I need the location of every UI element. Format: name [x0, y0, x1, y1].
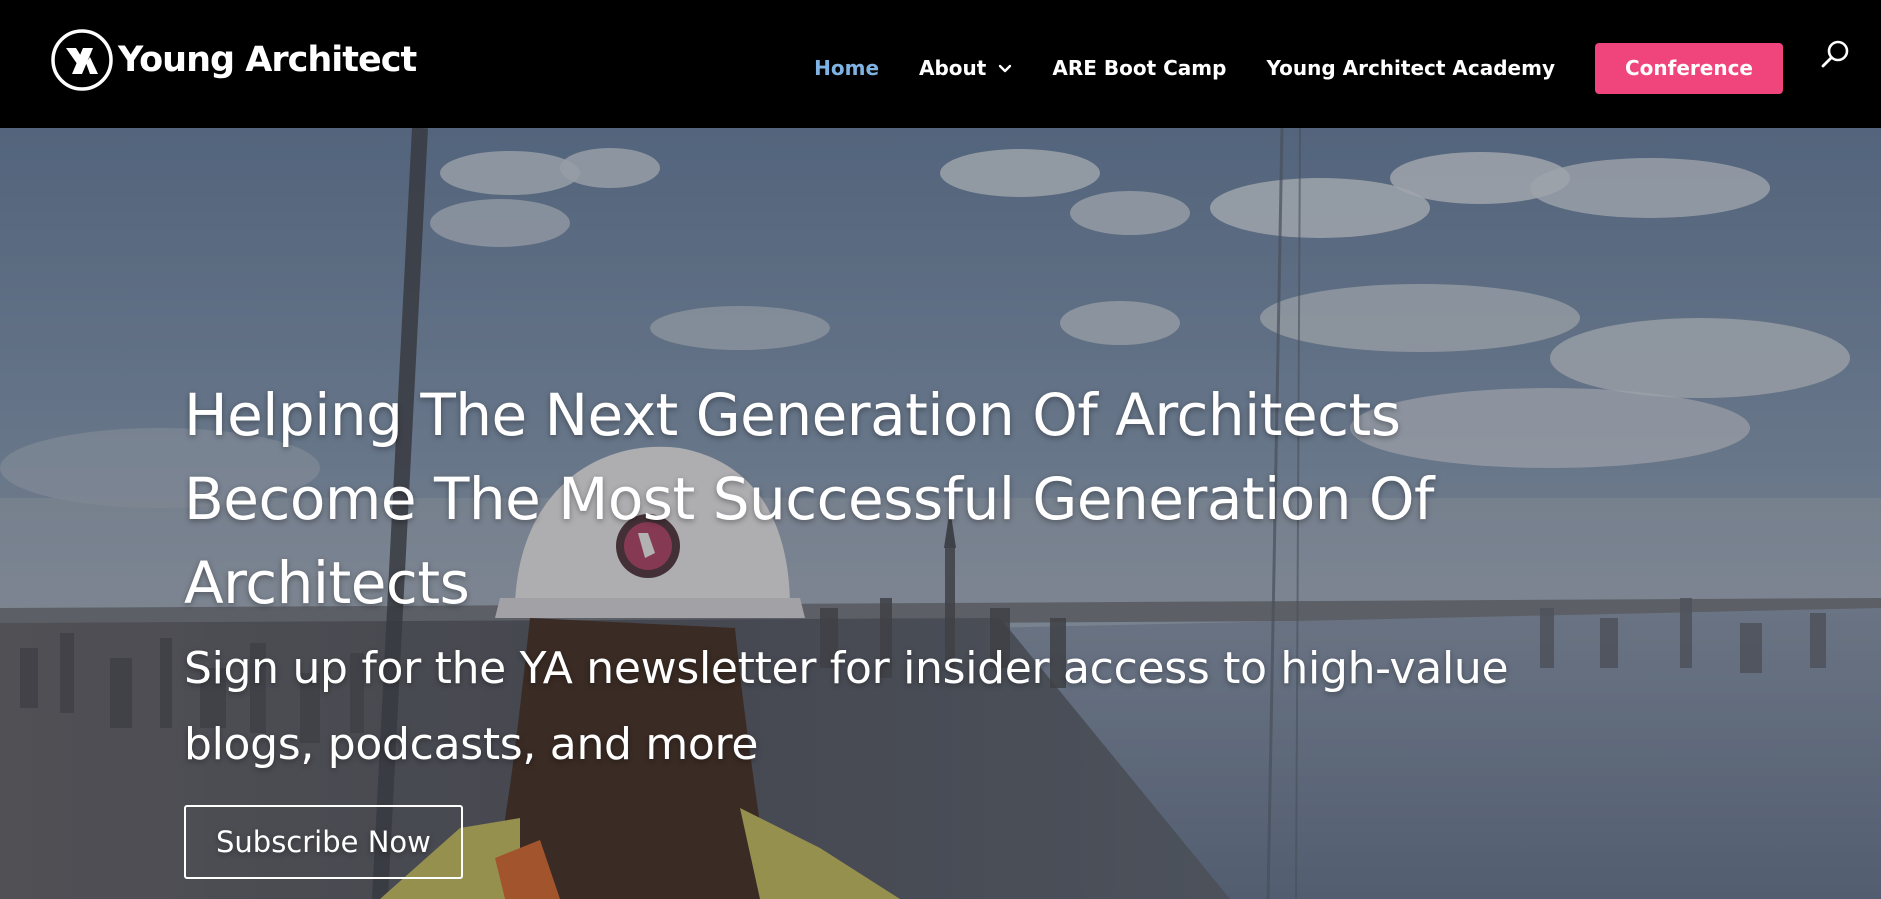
- main-nav: Home About ARE Boot Camp Young Architect…: [774, 42, 1783, 94]
- ya-logo-icon: [51, 29, 113, 91]
- chevron-down-icon: [999, 64, 1012, 72]
- brand-name: Young Architect: [118, 39, 417, 80]
- hero-title: Helping The Next Generation Of Architect…: [184, 381, 1434, 617]
- nav-item-about-label: About: [919, 56, 987, 80]
- site-logo[interactable]: Young Architect: [50, 28, 417, 92]
- hero-subtitle: Sign up for the YA newsletter for inside…: [184, 643, 1509, 770]
- hero-section: Helping The Next Generation Of Architect…: [0, 128, 1881, 899]
- nav-item-young-architect-academy[interactable]: Young Architect Academy: [1266, 56, 1555, 80]
- conference-button[interactable]: Conference: [1594, 42, 1783, 94]
- nav-item-are-boot-camp[interactable]: ARE Boot Camp: [1052, 56, 1226, 80]
- site-header: Young Architect Home About ARE Boot Camp…: [0, 0, 1881, 128]
- hero-content: Helping The Next Generation Of Architect…: [184, 373, 1634, 879]
- nav-item-about[interactable]: About: [919, 56, 1012, 80]
- search-icon[interactable]: [1819, 38, 1851, 70]
- subscribe-now-button[interactable]: Subscribe Now: [184, 805, 463, 879]
- nav-item-home[interactable]: Home: [814, 56, 879, 80]
